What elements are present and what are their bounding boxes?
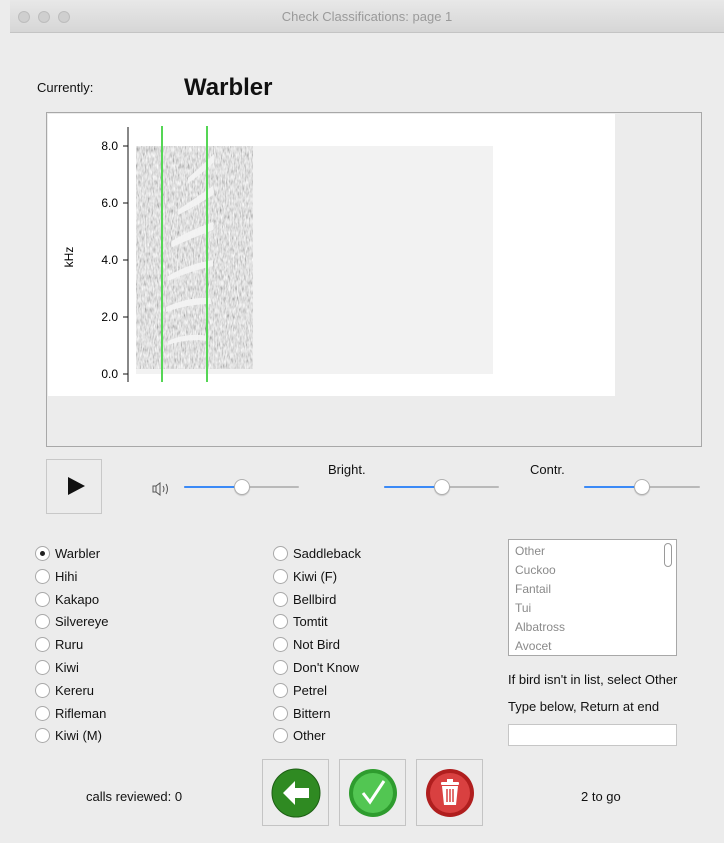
radio-label: Warbler (55, 546, 101, 561)
brightness-slider[interactable] (384, 479, 499, 495)
list-item[interactable]: Tui (515, 601, 531, 615)
play-icon (68, 477, 85, 495)
play-button[interactable] (46, 459, 102, 514)
radio-circle[interactable] (273, 614, 288, 630)
radio-circle[interactable] (35, 614, 50, 630)
y-tick-label: 2.0 (101, 310, 118, 324)
brightness-slider-knob[interactable] (433, 479, 450, 495)
radio-label: Not Bird (293, 637, 340, 653)
delete-button[interactable] (416, 759, 483, 826)
radio-circle[interactable] (35, 705, 50, 721)
contrast-slider[interactable] (584, 479, 700, 495)
radio-circle[interactable] (273, 660, 288, 675)
radio-circle[interactable] (35, 682, 50, 698)
radio-circle[interactable] (273, 591, 288, 607)
radio-label: Rifleman (55, 705, 107, 721)
radio-label: Silvereye (55, 614, 109, 630)
radio-label: Ruru (55, 637, 84, 653)
radio-selected-dot (40, 551, 45, 556)
radio-label: Hihi (55, 568, 78, 584)
list-item[interactable]: Avocet (515, 639, 551, 653)
back-button[interactable] (262, 759, 329, 826)
radio-circle[interactable] (35, 568, 50, 584)
brightness-label: Bright. (328, 462, 366, 477)
list-item[interactable]: Fantail (515, 582, 551, 596)
radio-label: Bittern (293, 705, 331, 721)
trash-icon (426, 769, 474, 817)
window-title: Check Classifications: page 1 (281, 9, 453, 24)
other-species-list[interactable]: Other Cuckoo Fantail Tui Albatross Avocet (508, 539, 677, 656)
list-item[interactable]: Albatross (515, 620, 565, 634)
current-species: Warbler (184, 74, 273, 101)
list-scrollbar-thumb[interactable] (664, 543, 672, 567)
radio-label: Don't Know (293, 660, 360, 675)
radio-label: Kiwi (M) (55, 728, 102, 744)
y-axis-label: kHz (62, 247, 76, 268)
volume-slider-knob[interactable] (233, 479, 250, 495)
y-tick-label: 0.0 (101, 367, 118, 381)
currently-label: Currently: (37, 80, 94, 95)
spectrogram-panel: 8.0 6.0 4.0 2.0 0.0 kHz (46, 112, 702, 447)
radio-circle[interactable] (35, 546, 50, 561)
species-text-input[interactable] (508, 724, 677, 746)
title-bar: Check Classifications: page 1 (10, 0, 724, 33)
radio-circle[interactable] (273, 546, 288, 561)
radio-circle[interactable] (35, 728, 50, 744)
remaining-count-text: 2 to go (581, 789, 621, 804)
radio-label: Kiwi (55, 660, 79, 675)
radio-circle[interactable] (35, 660, 50, 675)
radio-circle[interactable] (273, 682, 288, 698)
type-hint-text: Type below, Return at end (508, 699, 660, 714)
list-item[interactable]: Other (515, 544, 545, 558)
radio-label: Bellbird (293, 591, 337, 607)
confirm-button[interactable] (339, 759, 406, 826)
contrast-slider-knob[interactable] (634, 479, 650, 495)
radio-label: Kereru (55, 682, 95, 698)
speaker-icon (152, 482, 168, 496)
spectrogram-svg[interactable]: 8.0 6.0 4.0 2.0 0.0 kHz (48, 114, 615, 396)
radio-label: Saddleback (293, 546, 361, 561)
radio-label: Other (293, 728, 326, 744)
spectrogram-plot: 8.0 6.0 4.0 2.0 0.0 kHz (48, 114, 615, 396)
radio-circle[interactable] (273, 728, 288, 744)
back-arrow-icon (271, 768, 321, 818)
check-icon (349, 769, 397, 817)
y-tick-label: 4.0 (101, 253, 118, 267)
y-axis-ticks: 8.0 6.0 4.0 2.0 0.0 (101, 139, 128, 381)
y-tick-label: 8.0 (101, 139, 118, 153)
list-hint-text: If bird isn't in list, select Other (508, 672, 678, 687)
list-item[interactable]: Cuckoo (515, 563, 556, 577)
radio-circle[interactable] (273, 637, 288, 653)
radio-circle[interactable] (273, 705, 288, 721)
radio-circle[interactable] (273, 568, 288, 584)
contrast-label: Contr. (530, 462, 565, 477)
radio-label: Tomtit (293, 614, 328, 630)
calls-reviewed-text: calls reviewed: 0 (86, 789, 183, 804)
radio-label: Kakapo (55, 591, 100, 607)
volume-slider[interactable] (184, 479, 299, 495)
radio-label: Petrel (293, 682, 327, 698)
radio-circle[interactable] (35, 637, 50, 653)
radio-label: Kiwi (F) (293, 568, 338, 584)
radio-circle[interactable] (35, 591, 50, 607)
y-tick-label: 6.0 (101, 196, 118, 210)
